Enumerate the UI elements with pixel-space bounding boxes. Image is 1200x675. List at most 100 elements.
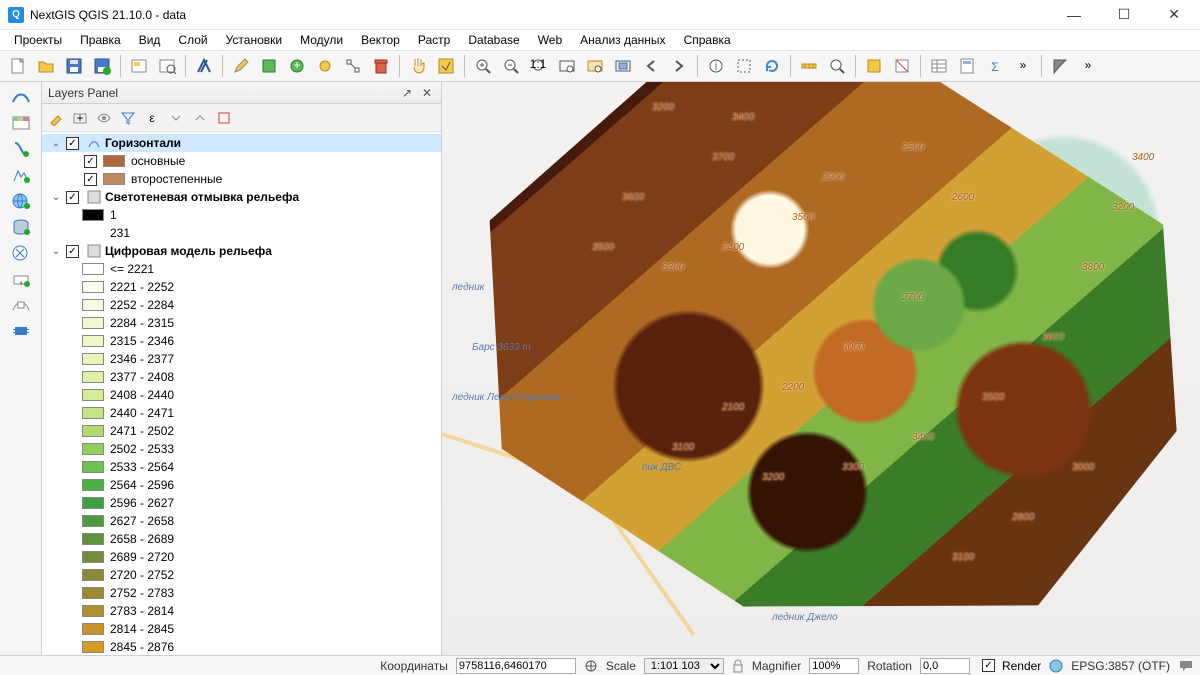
add-vector-layer-button[interactable]: [8, 86, 34, 108]
add-group-icon[interactable]: +: [72, 110, 88, 126]
add-csv-button[interactable]: ,: [8, 268, 34, 290]
layer-dem-class[interactable]: 2752 - 2783: [42, 584, 441, 602]
add-delimited-text-button[interactable]: [8, 138, 34, 160]
zoom-native-button[interactable]: 1:1: [526, 53, 552, 79]
filter-icon[interactable]: [120, 110, 136, 126]
node-tool-button[interactable]: [340, 53, 366, 79]
layer-dem-class[interactable]: 2315 - 2346: [42, 332, 441, 350]
lock-scale-icon[interactable]: [732, 659, 744, 673]
layer-tree[interactable]: ⌄✓Горизонтали✓основные✓второстепенные⌄✓С…: [42, 132, 441, 655]
zoom-last-button[interactable]: [638, 53, 664, 79]
measure-line-button[interactable]: [796, 53, 822, 79]
save-button[interactable]: [61, 53, 87, 79]
visibility-checkbox[interactable]: ✓: [84, 173, 97, 186]
menu-вектор[interactable]: Вектор: [353, 31, 408, 49]
coord-input[interactable]: [456, 658, 576, 674]
field-calc-button[interactable]: [954, 53, 980, 79]
add-wfs-button[interactable]: [8, 242, 34, 264]
panel-undock-button[interactable]: ↗: [399, 85, 415, 101]
render-toggle[interactable]: ✓Render: [978, 659, 1041, 673]
expand-icon[interactable]: [168, 110, 184, 126]
delete-feature-button[interactable]: [368, 53, 394, 79]
panel-close-button[interactable]: ✕: [419, 85, 435, 101]
expand-caret-icon[interactable]: ⌄: [50, 246, 62, 257]
layer-dem-class[interactable]: 2627 - 2658: [42, 512, 441, 530]
layer-dem-class[interactable]: 2284 - 2315: [42, 314, 441, 332]
map-tips-button[interactable]: [824, 53, 850, 79]
layer-contours[interactable]: ⌄✓Горизонтали: [42, 134, 441, 152]
menu-растр[interactable]: Растр: [410, 31, 458, 49]
visibility-checkbox[interactable]: ✓: [84, 155, 97, 168]
zoom-next-button[interactable]: [666, 53, 692, 79]
add-wms-button[interactable]: [8, 190, 34, 212]
scale-select[interactable]: 1:101 103: [644, 658, 724, 674]
layer-dem-class[interactable]: 2440 - 2471: [42, 404, 441, 422]
new-project-button[interactable]: [5, 53, 31, 79]
visibility-checkbox[interactable]: ✓: [66, 245, 79, 258]
menu-справка[interactable]: Справка: [676, 31, 739, 49]
crs-label[interactable]: EPSG:3857 (OTF): [1071, 659, 1170, 673]
new-composer-button[interactable]: [126, 53, 152, 79]
zoom-out-button[interactable]: [498, 53, 524, 79]
menu-проекты[interactable]: Проекты: [6, 31, 70, 49]
statistics-button[interactable]: Σ: [982, 53, 1008, 79]
layer-dem-class[interactable]: 2720 - 2752: [42, 566, 441, 584]
add-feature-button[interactable]: +: [284, 53, 310, 79]
menu-модули[interactable]: Модули: [292, 31, 351, 49]
zoom-in-button[interactable]: [470, 53, 496, 79]
expand-caret-icon[interactable]: ⌄: [50, 138, 62, 149]
pan-selection-button[interactable]: [433, 53, 459, 79]
menu-web[interactable]: Web: [530, 31, 570, 49]
coord-toggle-icon[interactable]: [584, 659, 598, 673]
menu-установки[interactable]: Установки: [218, 31, 290, 49]
layer-dem-class[interactable]: 2377 - 2408: [42, 368, 441, 386]
menu-слой[interactable]: Слой: [170, 31, 215, 49]
zoom-layer-button[interactable]: [610, 53, 636, 79]
layer-dem-class[interactable]: 2408 - 2440: [42, 386, 441, 404]
messages-icon[interactable]: [1178, 659, 1194, 673]
save-edits-button[interactable]: [256, 53, 282, 79]
layer-hillshade-class[interactable]: 1: [42, 206, 441, 224]
minimize-button[interactable]: —: [1056, 3, 1092, 27]
expression-icon[interactable]: ε: [144, 110, 160, 126]
composer-manager-button[interactable]: [154, 53, 180, 79]
menu-вид[interactable]: Вид: [131, 31, 169, 49]
edit-toggle-button[interactable]: [228, 53, 254, 79]
layer-dem-class[interactable]: 2783 - 2814: [42, 602, 441, 620]
layer-dem-class[interactable]: 2845 - 2876: [42, 638, 441, 655]
move-feature-button[interactable]: [312, 53, 338, 79]
menu-database[interactable]: Database: [460, 31, 527, 49]
crs-icon[interactable]: [1049, 659, 1063, 673]
zoom-selection-button[interactable]: [582, 53, 608, 79]
layer-dem-class[interactable]: 2596 - 2627: [42, 494, 441, 512]
remove-layer-icon[interactable]: [216, 110, 232, 126]
close-button[interactable]: ✕: [1156, 3, 1192, 27]
add-spatialite-button[interactable]: [8, 164, 34, 186]
visibility-icon[interactable]: [96, 110, 112, 126]
zoom-full-button[interactable]: [554, 53, 580, 79]
identify-button[interactable]: i: [703, 53, 729, 79]
layer-dem[interactable]: ⌄✓Цифровая модель рельефа: [42, 242, 441, 260]
save-as-button[interactable]: [89, 53, 115, 79]
layer-dem-class[interactable]: 2221 - 2252: [42, 278, 441, 296]
magnifier-input[interactable]: [809, 658, 859, 674]
add-virtual-layer-button[interactable]: [8, 294, 34, 316]
select-button[interactable]: [731, 53, 757, 79]
collapse-icon[interactable]: [192, 110, 208, 126]
menu-анализ данных[interactable]: Анализ данных: [572, 31, 673, 49]
nextgis-icon[interactable]: [191, 53, 217, 79]
layer-dem-class[interactable]: 2346 - 2377: [42, 350, 441, 368]
layer-dem-class[interactable]: 2564 - 2596: [42, 476, 441, 494]
layer-dem-class[interactable]: 2658 - 2689: [42, 530, 441, 548]
style-icon[interactable]: [48, 110, 64, 126]
add-raster-layer-button[interactable]: [8, 112, 34, 134]
layer-contours-class[interactable]: ✓основные: [42, 152, 441, 170]
processing-button[interactable]: [8, 320, 34, 342]
rotation-input[interactable]: [920, 658, 970, 674]
layer-dem-class[interactable]: 2252 - 2284: [42, 296, 441, 314]
open-project-button[interactable]: [33, 53, 59, 79]
expand-caret-icon[interactable]: ⌄: [50, 192, 62, 203]
layer-hillshade-class[interactable]: 231: [42, 224, 441, 242]
menu-правка[interactable]: Правка: [72, 31, 129, 49]
maximize-button[interactable]: ☐: [1106, 3, 1142, 27]
